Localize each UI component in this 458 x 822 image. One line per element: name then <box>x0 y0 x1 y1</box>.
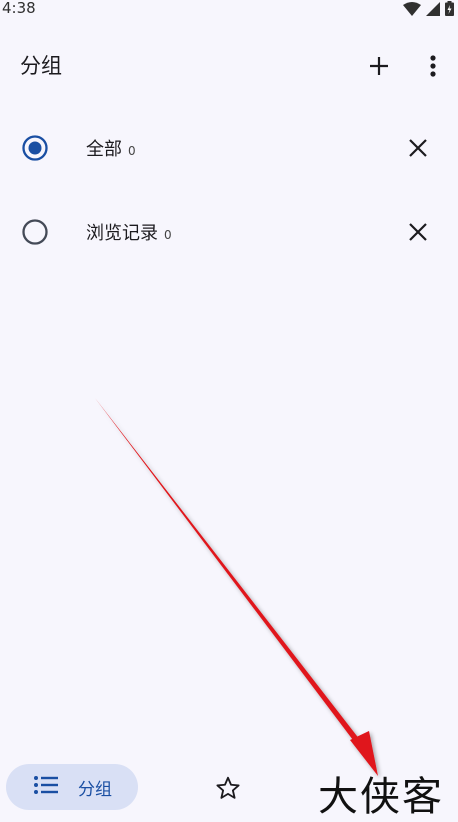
star-outline-icon <box>216 776 240 799</box>
watermark-text: 大侠客 <box>318 774 444 820</box>
nav-favorites-tab[interactable] <box>210 770 246 806</box>
nav-groups-label: 分组 <box>78 780 112 800</box>
annotation-arrow <box>95 398 378 776</box>
nav-groups-tab[interactable]: 分组 <box>6 764 138 810</box>
list-icon <box>34 776 58 794</box>
